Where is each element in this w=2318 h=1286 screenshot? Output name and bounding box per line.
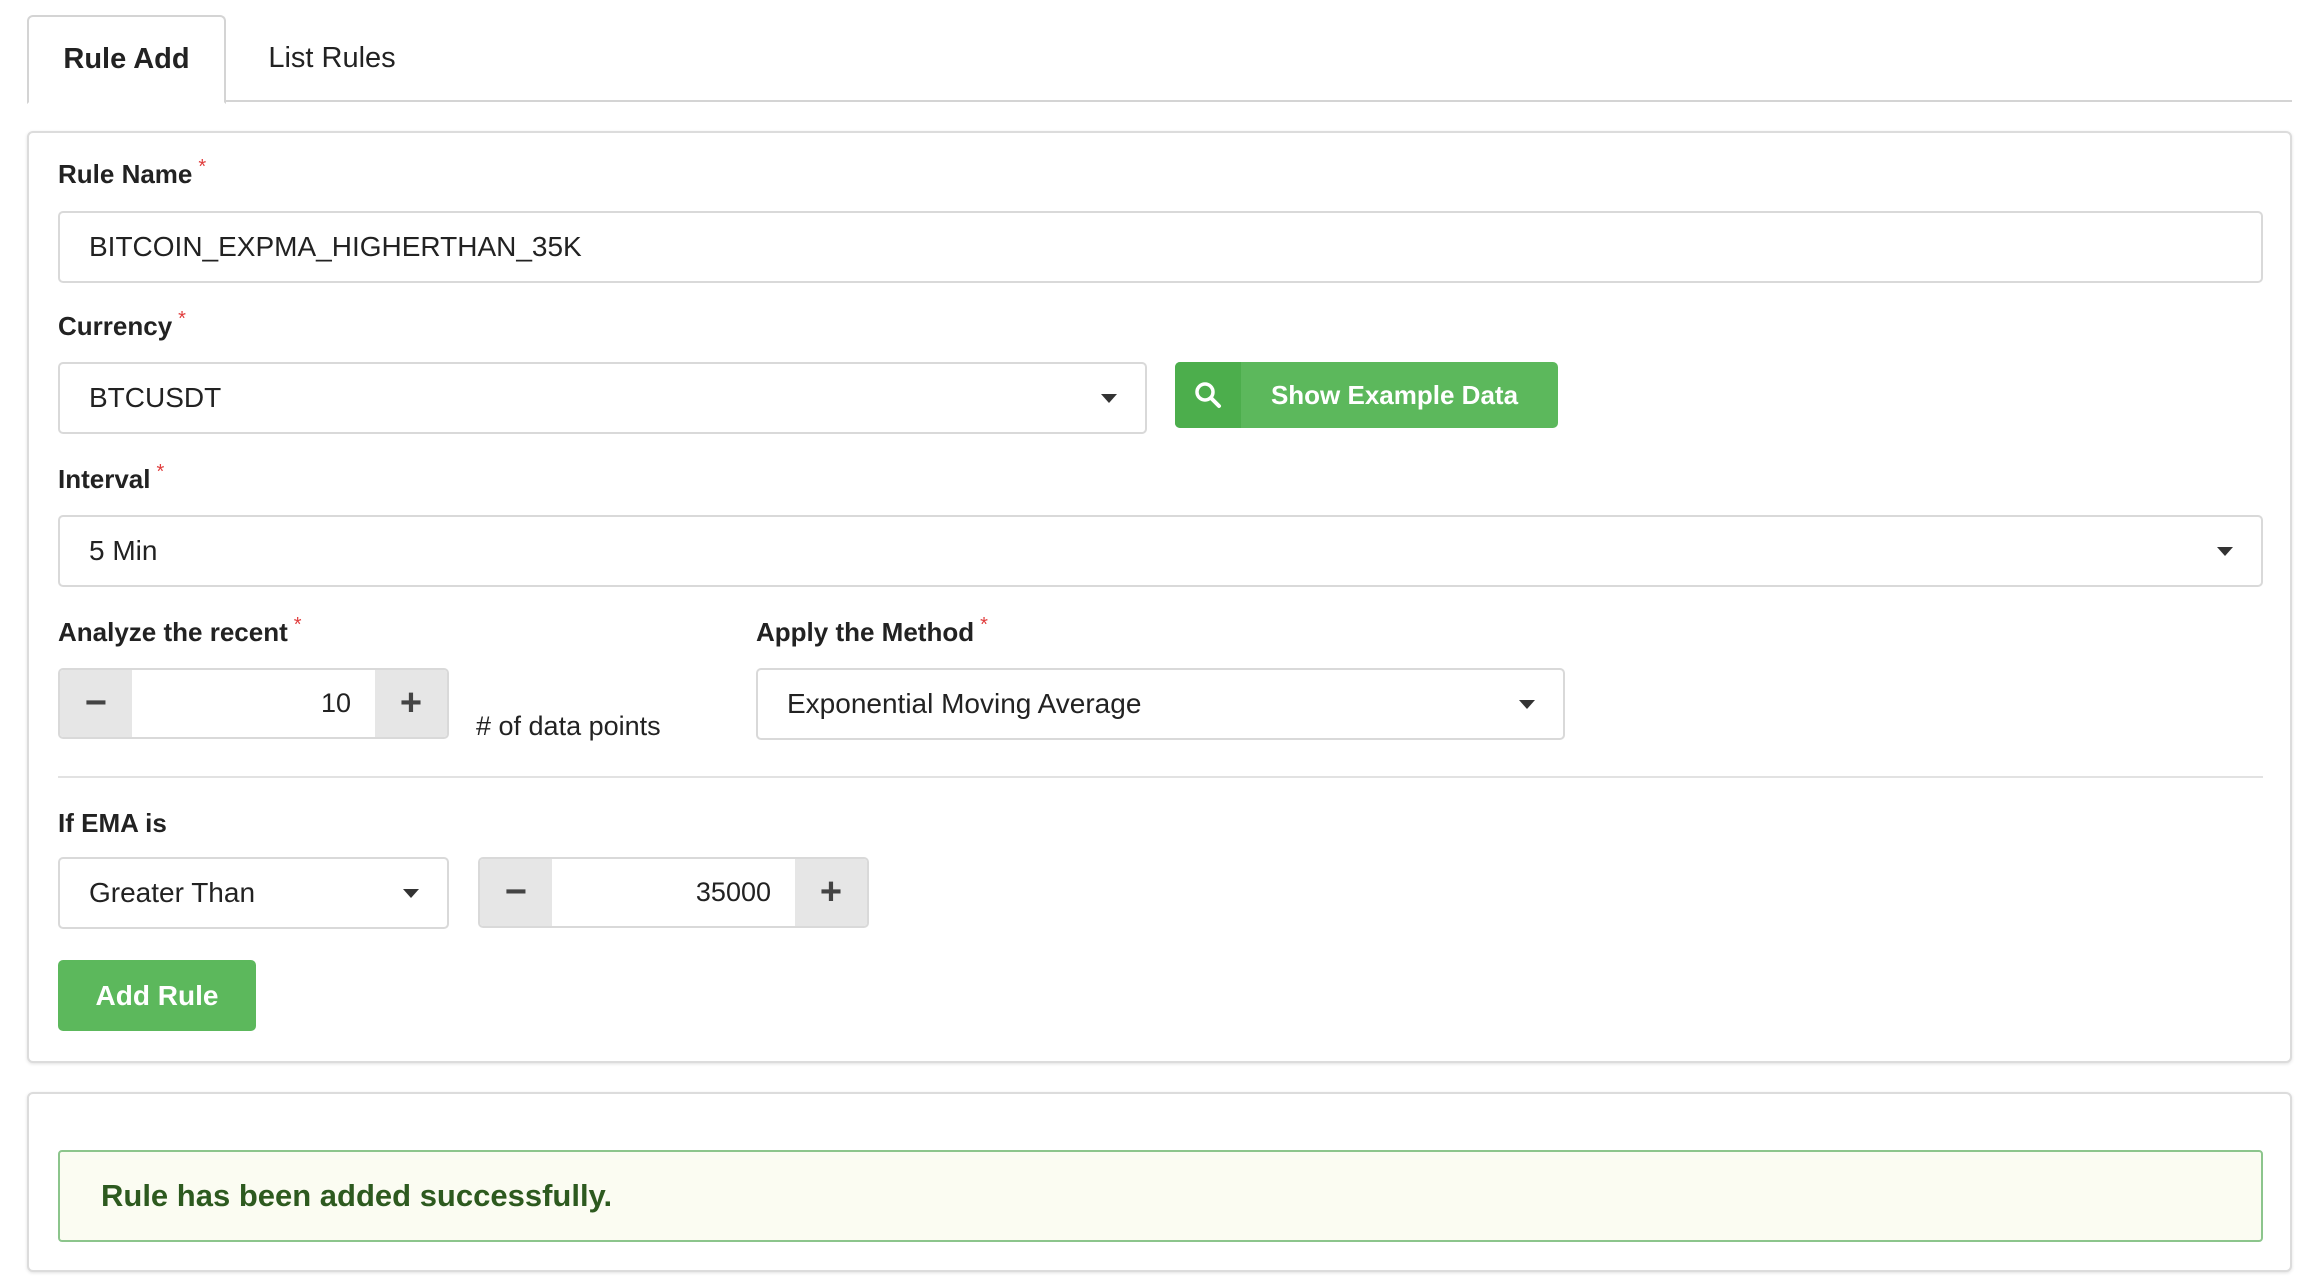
rule-name-input[interactable]: BITCOIN_EXPMA_HIGHERTHAN_35K — [58, 211, 2263, 283]
comparator-select[interactable]: Greater Than — [58, 857, 449, 929]
currency-value: BTCUSDT — [89, 382, 222, 413]
analyze-label: Analyze the recent * — [58, 614, 302, 648]
required-marker: * — [293, 614, 302, 636]
data-points-suffix: # of data points — [476, 711, 661, 741]
currency-select[interactable]: BTCUSDT — [58, 362, 1147, 434]
analyze-label-text: Analyze the recent — [58, 617, 288, 647]
required-marker: * — [156, 461, 165, 483]
add-rule-button[interactable]: Add Rule — [58, 960, 256, 1031]
tab-list-rules[interactable]: List Rules — [242, 15, 422, 102]
data-points-input[interactable]: 10 — [132, 670, 375, 737]
success-alert: Rule has been added successfully. — [58, 1150, 2263, 1242]
rule-name-value: BITCOIN_EXPMA_HIGHERTHAN_35K — [89, 231, 582, 262]
interval-select[interactable]: 5 Min — [58, 515, 2263, 587]
increment-button[interactable]: + — [795, 859, 867, 926]
threshold-stepper: − 35000 + — [478, 857, 869, 928]
caret-down-icon — [403, 889, 419, 898]
method-label: Apply the Method * — [756, 614, 988, 648]
threshold-input[interactable]: 35000 — [552, 859, 795, 926]
tab-bar: Rule Add List Rules — [27, 15, 2292, 104]
currency-label: Currency * — [58, 308, 186, 342]
interval-label: Interval * — [58, 461, 165, 495]
rule-name-label: Rule Name * — [58, 156, 207, 190]
currency-label-text: Currency — [58, 311, 173, 341]
condition-label-text: If EMA is — [58, 808, 167, 838]
success-message: Rule has been added successfully. — [101, 1178, 613, 1213]
required-marker: * — [980, 614, 988, 636]
decrement-button[interactable]: − — [480, 859, 552, 926]
method-select[interactable]: Exponential Moving Average — [756, 668, 1565, 740]
comparator-value: Greater Than — [89, 877, 256, 908]
decrement-button[interactable]: − — [60, 670, 132, 737]
rule-form-card: Rule Name * BITCOIN_EXPMA_HIGHERTHAN_35K … — [27, 131, 2292, 1063]
increment-button[interactable]: + — [375, 670, 447, 737]
required-marker: * — [198, 156, 207, 178]
caret-down-icon — [1519, 700, 1535, 709]
tab-rule-add[interactable]: Rule Add — [27, 15, 226, 104]
caret-down-icon — [2217, 547, 2233, 556]
show-example-data-button[interactable]: Show Example Data — [1175, 362, 1558, 428]
data-points-stepper: − 10 + — [58, 668, 449, 739]
search-icon — [1175, 362, 1241, 428]
interval-value: 5 Min — [89, 535, 158, 566]
interval-label-text: Interval — [58, 464, 151, 494]
method-label-text: Apply the Method — [756, 617, 975, 647]
form-divider — [58, 776, 2263, 778]
caret-down-icon — [1101, 394, 1117, 403]
required-marker: * — [178, 308, 186, 330]
message-card: Rule has been added successfully. — [27, 1092, 2292, 1272]
show-example-data-label: Show Example Data — [1270, 379, 1519, 410]
method-value: Exponential Moving Average — [787, 688, 1142, 719]
condition-label: If EMA is — [58, 808, 167, 839]
rule-name-label-text: Rule Name — [58, 159, 193, 189]
